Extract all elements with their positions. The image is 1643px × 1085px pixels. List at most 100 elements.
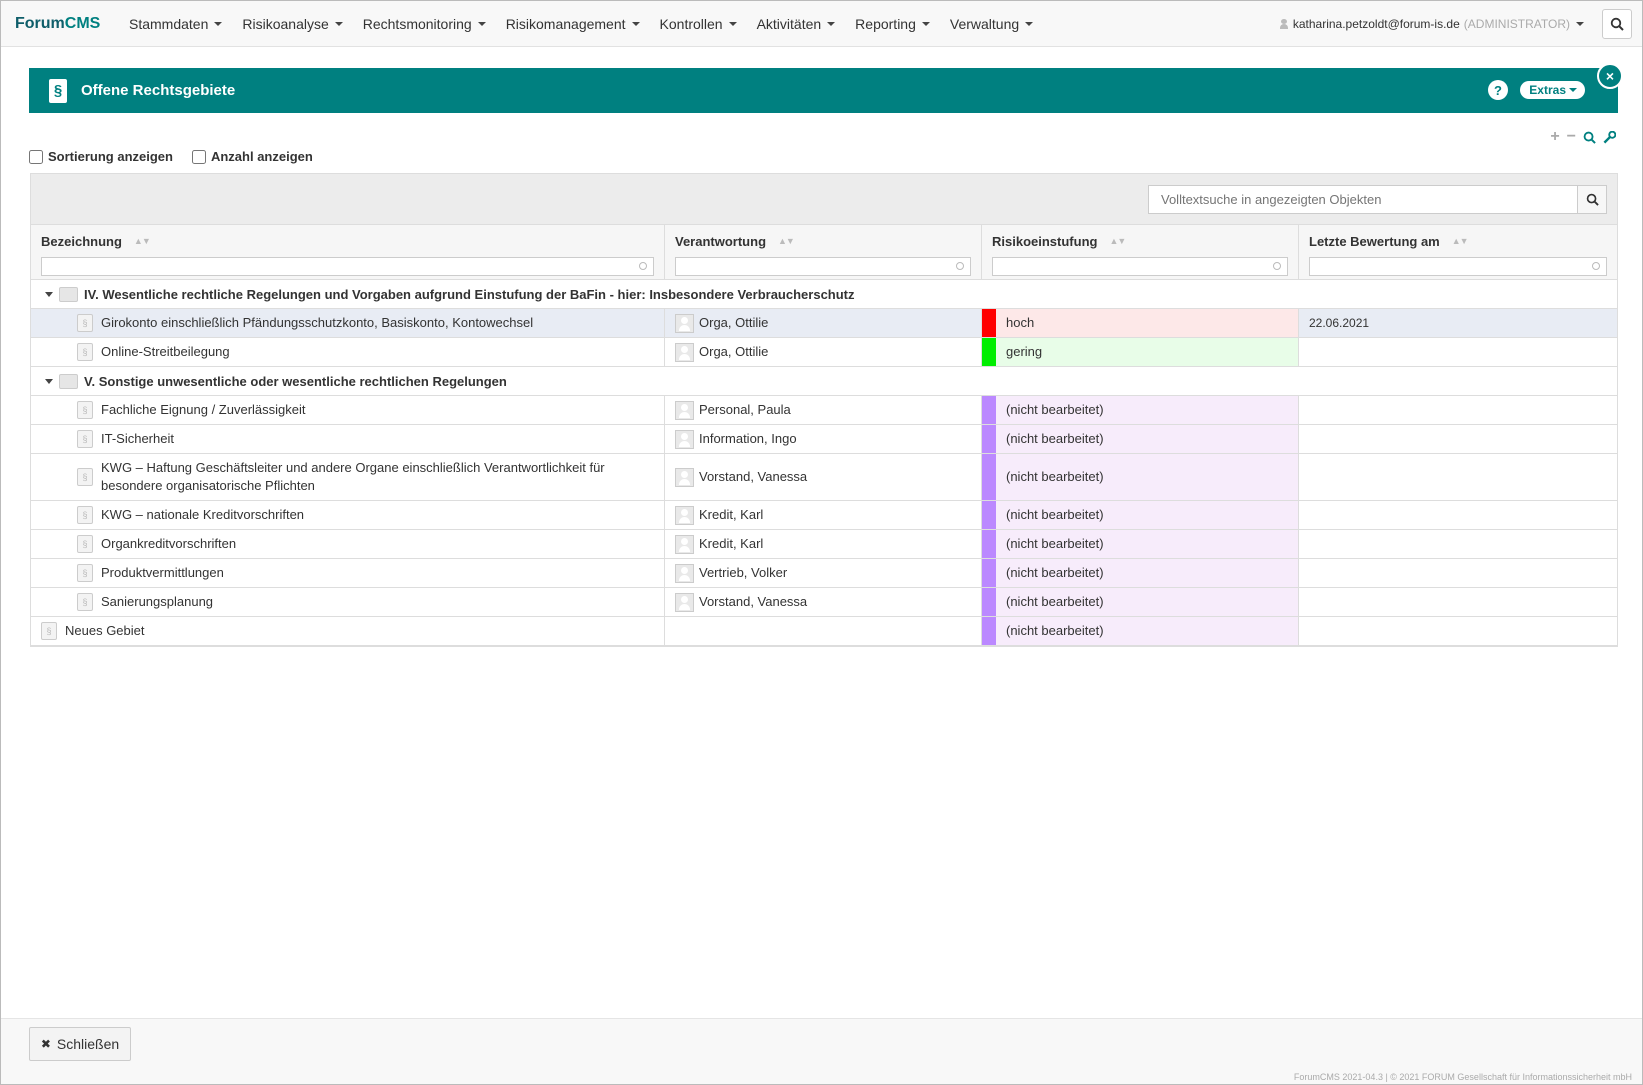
cell-name[interactable]: § KWG – nationale Kreditvorschriften [31,501,665,529]
sort-icon[interactable]: ▲▼ [1109,236,1126,246]
chevron-down-icon[interactable] [45,378,53,384]
user-menu[interactable]: katharina.petzoldt@forum-is.de (ADMINIST… [1279,1,1584,47]
cell-name[interactable]: § Girokonto einschließlich Pfändungsschut… [31,309,665,337]
table-row[interactable]: § Organkreditvorschriften Kredit, Karl (nic… [31,530,1617,559]
cell-name[interactable]: § Produktvermittlungen [31,559,665,587]
table-row[interactable]: § Fachliche Eignung / Zuverlässigkeit Pers… [31,396,1617,425]
filter-input-owner[interactable] [675,257,971,276]
person-icon [675,400,694,420]
cell-owner: Orga, Ottilie [665,309,982,337]
plus-icon[interactable]: + [1550,128,1559,146]
law-area-name[interactable]: KWG – nationale Kreditvorschriften [101,501,304,529]
help-button[interactable]: ? [1488,80,1508,100]
cell-name[interactable]: § Sanierungsplanung [31,588,665,616]
sort-icon[interactable]: ▲▼ [134,236,151,246]
table-row[interactable]: § Girokonto einschließlich Pfändungsschut… [31,309,1617,338]
table-row[interactable]: § KWG – nationale Kreditvorschriften Kredi… [31,501,1617,530]
group-title: IV. Wesentliche rechtliche Regelungen un… [84,286,855,302]
cell-name[interactable]: § IT-Sicherheit [31,425,665,453]
nav-menu-label: Risikomanagement [505,15,626,32]
nav-menu-verwaltung[interactable]: Verwaltung [940,1,1043,47]
global-search-button[interactable] [1602,9,1632,39]
show-count-option[interactable]: Anzahl anzeigen [191,149,313,164]
column-header-last-review[interactable]: Letzte Bewertung am ▲▼ [1309,233,1607,249]
document-icon: § [77,430,93,448]
table-row[interactable]: § Produktvermittlungen Vertrieb, Volker (ni… [31,559,1617,588]
table-row[interactable]: § Neues Gebiet (nicht bearbeitet) [31,617,1617,646]
group-row[interactable]: IV. Wesentliche rechtliche Regelungen un… [31,280,1617,309]
law-area-name[interactable]: KWG – Haftung Geschäftsleiter und andere… [101,454,664,500]
column-header-name[interactable]: Bezeichnung ▲▼ [41,233,654,249]
cell-risk: gering [982,338,1299,366]
nav-menu-rechtsmonitoring[interactable]: Rechtsmonitoring [353,1,496,47]
law-area-name[interactable]: Organkreditvorschriften [101,530,236,558]
wrench-icon[interactable] [1603,130,1616,144]
search-icon[interactable] [1583,131,1596,144]
cell-name[interactable]: § Neues Gebiet [31,617,665,645]
law-area-name[interactable]: Neues Gebiet [65,617,145,645]
extras-dropdown[interactable]: Extras [1520,81,1585,99]
sort-icon[interactable]: ▲▼ [1452,236,1469,246]
table-header: Bezeichnung ▲▼ Verantwortung ▲▼ Risikoeins… [31,225,1617,280]
cell-owner: Vertrieb, Volker [665,559,982,587]
risk-color-indicator [982,396,996,424]
group-row[interactable]: V. Sonstige unwesentliche oder wesentlic… [31,367,1617,396]
table-row[interactable]: § Online-Streitbeilegung Orga, Ottilie geri… [31,338,1617,367]
nav-menu-label: Stammdaten [129,15,209,32]
nav-menu-label: Kontrollen [659,15,723,32]
law-area-name[interactable]: Sanierungsplanung [101,588,213,616]
cell-last-review [1299,588,1617,616]
law-area-name[interactable]: Fachliche Eignung / Zuverlässigkeit [101,396,306,424]
law-areas-table: Bezeichnung ▲▼ Verantwortung ▲▼ Risikoeins… [30,173,1618,647]
chevron-down-icon [477,21,486,26]
column-label: Verantwortung [675,233,767,249]
brand-logo[interactable]: ForumCMS [1,15,119,33]
table-row[interactable]: § Sanierungsplanung Vorstand, Vanessa (nich… [31,588,1617,617]
cell-name[interactable]: § Online-Streitbeilegung [31,338,665,366]
group-header[interactable]: IV. Wesentliche rechtliche Regelungen un… [31,286,1617,302]
owner-name: Kredit, Karl [699,536,764,551]
chevron-down-icon [1576,22,1584,26]
show-sort-checkbox[interactable] [29,149,43,164]
filter-input-name[interactable] [41,257,654,276]
risk-color-indicator [982,501,996,529]
filter-input-last-review[interactable] [1309,257,1607,276]
law-area-name[interactable]: Produktvermittlungen [101,559,224,587]
close-button[interactable]: ✖ Schließen [29,1027,131,1061]
chevron-down-icon[interactable] [45,291,53,297]
filter-input-risk[interactable] [992,257,1288,276]
table-row[interactable]: § IT-Sicherheit Information, Ingo (nicht be… [31,425,1617,454]
nav-menu-stammdaten[interactable]: Stammdaten [119,1,232,47]
law-area-name[interactable]: IT-Sicherheit [101,425,174,453]
cell-name[interactable]: § KWG – Haftung Geschäftsleiter und ander… [31,454,665,500]
search-icon [1610,17,1624,31]
footer-bar: ✖ Schließen ForumCMS 2021-04.3 | © 2021 F… [1,1018,1642,1084]
nav-menu-risikoanalyse[interactable]: Risikoanalyse [232,1,352,47]
nav-menu-aktivitäten[interactable]: Aktivitäten [747,1,846,47]
show-count-checkbox[interactable] [191,149,206,164]
fulltext-search-button[interactable] [1577,185,1607,214]
cell-name[interactable]: § Fachliche Eignung / Zuverlässigkeit [31,396,665,424]
owner-name: Vorstand, Vanessa [699,469,808,484]
minus-icon[interactable]: − [1567,128,1576,146]
column-header-owner[interactable]: Verantwortung ▲▼ [675,233,971,249]
sort-icon[interactable]: ▲▼ [778,236,795,246]
nav-menu-reporting[interactable]: Reporting [845,1,940,47]
owner-name: Orga, Ottilie [699,315,769,330]
last-review-date: 22.06.2021 [1309,316,1370,330]
nav-menu-kontrollen[interactable]: Kontrollen [650,1,747,47]
panel-close-button[interactable]: × [1597,63,1623,89]
law-area-name[interactable]: Online-Streitbeilegung [101,338,230,366]
law-area-name[interactable]: Girokonto einschließlich Pfändungsschutz… [101,309,533,337]
column-header-risk[interactable]: Risikoeinstufung ▲▼ [992,233,1288,249]
show-sort-label: Sortierung anzeigen [48,149,173,164]
cell-name[interactable]: § Organkreditvorschriften [31,530,665,558]
show-sort-option[interactable]: Sortierung anzeigen [29,149,173,164]
group-header[interactable]: V. Sonstige unwesentliche oder wesentlic… [31,373,1617,389]
close-icon: ✖ [40,1037,51,1051]
nav-menu-risikomanagement[interactable]: Risikomanagement [496,1,650,47]
owner-name: Personal, Paula [699,402,791,417]
user-icon [1279,19,1288,29]
fulltext-search-input[interactable] [1148,185,1578,214]
table-row[interactable]: § KWG – Haftung Geschäftsleiter und ander… [31,454,1617,501]
